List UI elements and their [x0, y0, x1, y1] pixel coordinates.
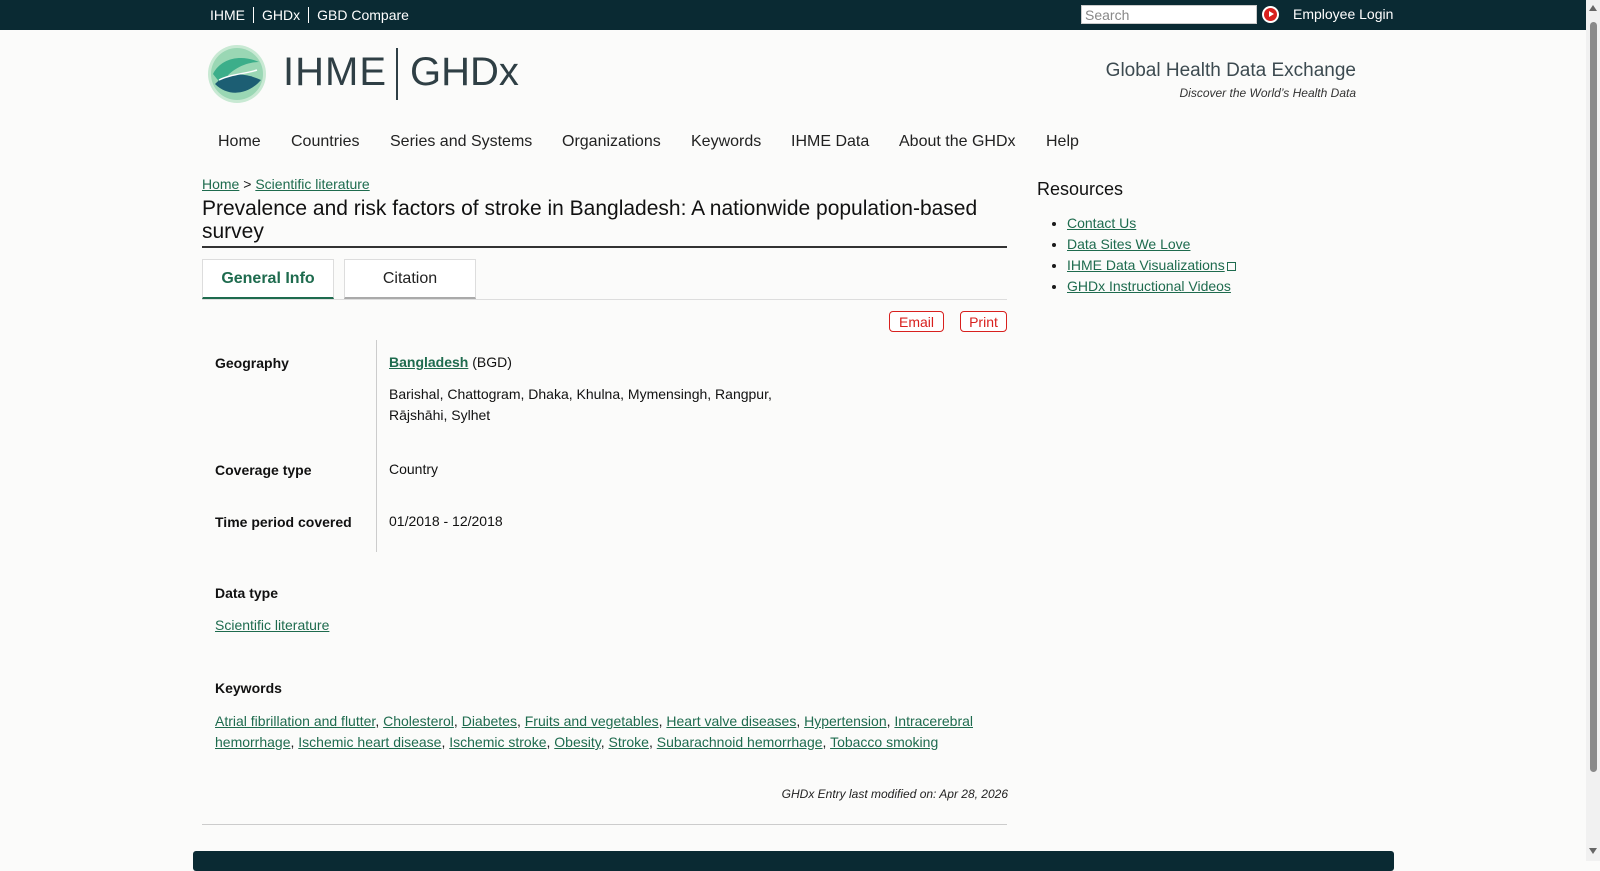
breadcrumb-scientific-literature[interactable]: Scientific literature: [255, 176, 369, 192]
top-link-ghdx[interactable]: GHDx: [253, 7, 308, 23]
resource-link-contact-us[interactable]: Contact Us: [1067, 215, 1136, 231]
tab-general-info[interactable]: General Info: [202, 259, 334, 299]
geography-label: Geography: [215, 355, 289, 371]
page-title: Prevalence and risk factors of stroke in…: [202, 197, 978, 243]
tabs-divider: [202, 299, 1007, 300]
print-button[interactable]: Print: [960, 311, 1007, 332]
scroll-down-arrow-icon[interactable]: [1589, 848, 1597, 854]
ihme-logo-icon[interactable]: [207, 44, 267, 104]
footer-bar: [193, 851, 1394, 871]
geography-value: Bangladesh (BGD): [389, 352, 512, 373]
logo-ghdx-text[interactable]: GHDx: [410, 50, 519, 95]
resource-link-videos[interactable]: GHDx Instructional Videos: [1067, 278, 1231, 294]
keyword-link[interactable]: Ischemic stroke: [449, 734, 546, 750]
top-links: IHME GHDx GBD Compare: [210, 7, 417, 23]
logo-ihme-text[interactable]: IHME: [283, 50, 387, 95]
keywords-label: Keywords: [215, 680, 282, 696]
resource-link-data-sites[interactable]: Data Sites We Love: [1067, 236, 1190, 252]
employee-login-link[interactable]: Employee Login: [1293, 6, 1393, 22]
search-submit-icon[interactable]: [1262, 6, 1279, 23]
geography-code: (BGD): [472, 354, 512, 370]
tab-citation[interactable]: Citation: [344, 259, 476, 299]
resource-link-visualizations[interactable]: IHME Data Visualizations: [1067, 257, 1225, 273]
geography-regions-line-1: Barishal, Chattogram, Dhaka, Khulna, Mym…: [389, 386, 772, 402]
keyword-link[interactable]: Tobacco smoking: [830, 734, 938, 750]
content-bottom-divider: [202, 824, 1007, 825]
logo-divider: [396, 48, 398, 100]
last-modified-note: GHDx Entry last modified on: Apr 28, 202…: [781, 787, 1008, 801]
keyword-link[interactable]: Heart valve diseases: [666, 713, 796, 729]
resource-item-visualizations: IHME Data Visualizations: [1067, 255, 1236, 276]
scrollbar-thumb[interactable]: [1590, 22, 1597, 772]
keyword-link[interactable]: Subarachnoid hemorrhage: [657, 734, 823, 750]
coverage-type-value: Country: [389, 461, 439, 477]
nav-home[interactable]: Home: [218, 133, 261, 151]
resources-title: Resources: [1037, 179, 1124, 199]
resources-list: Contact Us Data Sites We Love IHME Data …: [1037, 213, 1236, 297]
nav-ihme-data[interactable]: IHME Data: [791, 133, 869, 151]
scroll-up-arrow-icon[interactable]: [1589, 5, 1597, 11]
time-period-label: Time period covered: [215, 514, 352, 530]
external-link-icon: [1226, 262, 1236, 271]
nav-countries[interactable]: Countries: [291, 133, 359, 151]
keyword-link[interactable]: Stroke: [609, 734, 649, 750]
geography-regions-line-2: Rājshāhi, Sylhet: [389, 407, 491, 423]
search-input[interactable]: [1081, 5, 1257, 24]
keyword-link[interactable]: Fruits and vegetables: [525, 713, 659, 729]
main-nav: Home Countries Series and Systems Organi…: [0, 133, 1200, 155]
tagline-title: Global Health Data Exchange: [1105, 60, 1356, 81]
keyword-link[interactable]: Hypertension: [804, 713, 887, 729]
title-divider: [202, 246, 1007, 248]
nav-organizations[interactable]: Organizations: [562, 133, 661, 151]
tagline-subtitle: Discover the World’s Health Data: [1179, 86, 1356, 100]
keyword-link[interactable]: Atrial fibrillation and flutter: [215, 713, 375, 729]
resource-item-videos: GHDx Instructional Videos: [1067, 276, 1236, 297]
data-type-label: Data type: [215, 585, 279, 601]
nav-keywords[interactable]: Keywords: [691, 133, 761, 151]
keyword-link[interactable]: Diabetes: [462, 713, 517, 729]
email-button[interactable]: Email: [889, 311, 944, 332]
keywords-list: Atrial fibrillation and flutter, Cholest…: [215, 713, 973, 750]
breadcrumb-separator: >: [243, 176, 252, 192]
keyword-link[interactable]: Ischemic heart disease: [298, 734, 441, 750]
time-period-value: 01/2018 - 12/2018: [389, 513, 503, 529]
data-type-value: Scientific literature: [215, 615, 329, 636]
geography-country-link[interactable]: Bangladesh: [389, 354, 468, 370]
data-type-link[interactable]: Scientific literature: [215, 617, 329, 633]
nav-about-the-ghdx[interactable]: About the GHDx: [899, 133, 1016, 151]
resource-item-contact: Contact Us: [1067, 213, 1236, 234]
nav-help[interactable]: Help: [1046, 133, 1079, 151]
geography-regions: Barishal, Chattogram, Dhaka, Khulna, Mym…: [389, 384, 772, 426]
top-link-ihme[interactable]: IHME: [210, 7, 253, 23]
coverage-type-label: Coverage type: [215, 462, 312, 478]
top-bar: IHME GHDx GBD Compare Employee Login: [0, 0, 1586, 30]
top-link-gbd-compare[interactable]: GBD Compare: [308, 7, 417, 23]
keyword-link[interactable]: Obesity: [554, 734, 600, 750]
breadcrumb: Home > Scientific literature: [202, 176, 370, 192]
resource-item-data-sites: Data Sites We Love: [1067, 234, 1236, 255]
keyword-link[interactable]: Cholesterol: [383, 713, 454, 729]
info-column-divider: [376, 340, 377, 552]
breadcrumb-home[interactable]: Home: [202, 176, 239, 192]
nav-series-and-systems[interactable]: Series and Systems: [390, 133, 532, 151]
